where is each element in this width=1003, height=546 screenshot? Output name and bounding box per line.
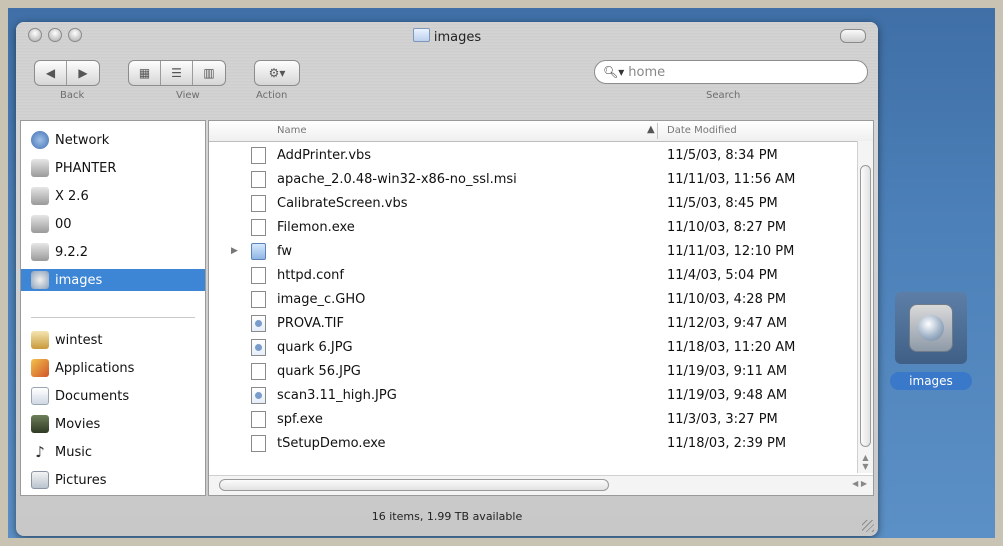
disk-image-icon — [909, 304, 953, 352]
table-row[interactable]: tSetupDemo.exe 11/18/03, 2:39 PM — [209, 433, 849, 455]
resize-grip-icon[interactable] — [862, 520, 874, 532]
list-view-button[interactable]: ☰ — [161, 61, 193, 85]
drive-icon — [31, 215, 49, 233]
title-bar[interactable]: images — [16, 22, 878, 48]
document-icon — [251, 147, 266, 164]
vertical-scroll-thumb[interactable] — [860, 165, 871, 447]
search-label: Search — [706, 90, 741, 101]
back-forward-group: ◀ ▶ — [34, 60, 100, 86]
back-arrow-icon: ◀ — [45, 66, 56, 80]
horizontal-scrollbar[interactable]: ◀ ▶ — [209, 475, 873, 495]
table-row[interactable]: PROVA.TIF 11/12/03, 9:47 AM — [209, 313, 849, 335]
sidebar-item-network[interactable]: Network — [21, 129, 205, 151]
sidebar-item-wintest[interactable]: wintest — [21, 329, 205, 351]
action-label: Action — [256, 90, 288, 101]
movies-icon — [31, 415, 49, 433]
sidebar: Network PHANTER X 2.6 00 9.2.2 images wi… — [20, 120, 206, 496]
home-icon — [31, 331, 49, 349]
icon-view-button[interactable]: ▦ — [129, 61, 161, 85]
drive-icon — [31, 243, 49, 261]
search-icon: 🔍︎▾ — [603, 65, 625, 79]
name-column-header[interactable]: Name — [277, 125, 307, 136]
back-button[interactable]: ◀ — [35, 61, 67, 85]
sidebar-item-x26[interactable]: X 2.6 — [21, 185, 205, 207]
date-column-header[interactable]: Date Modified — [667, 125, 737, 136]
document-icon — [251, 291, 266, 308]
documents-icon — [31, 387, 49, 405]
image-file-icon — [251, 339, 266, 356]
icon-view-icon: ▦ — [138, 66, 151, 80]
music-icon: ♪ — [35, 443, 45, 461]
desktop-disk-image-icon[interactable] — [895, 292, 967, 364]
sidebar-item-00[interactable]: 00 — [21, 213, 205, 235]
list-header: Name ▲ Date Modified — [209, 121, 873, 142]
scroll-arrows-icon[interactable]: ◀ ▶ — [852, 479, 867, 488]
document-icon — [251, 195, 266, 212]
search-field[interactable]: 🔍︎▾ — [594, 60, 868, 84]
list-view-icon: ☰ — [171, 66, 182, 80]
disclosure-triangle-icon[interactable]: ▶ — [231, 246, 238, 256]
view-label: View — [176, 90, 200, 101]
sidebar-divider — [31, 317, 195, 318]
sidebar-item-applications[interactable]: Applications — [21, 357, 205, 379]
toolbar-toggle-button[interactable] — [840, 29, 866, 43]
finder-window: images ◀ ▶ Back ▦ ☰ ▥ View ⚙▾ Action 🔍︎▾… — [16, 22, 878, 536]
status-bar: 16 items, 1.99 TB available — [16, 500, 878, 530]
action-group: ⚙▾ — [254, 60, 300, 86]
applications-icon — [31, 359, 49, 377]
drive-icon — [31, 187, 49, 205]
column-view-button[interactable]: ▥ — [193, 61, 225, 85]
table-row[interactable]: quark 56.JPG 11/19/03, 9:11 AM — [209, 361, 849, 383]
view-group: ▦ ☰ ▥ — [128, 60, 226, 86]
sidebar-item-music[interactable]: ♪ Music — [21, 441, 205, 463]
sidebar-item-images[interactable]: images — [21, 269, 205, 291]
column-separator[interactable] — [657, 123, 658, 139]
forward-button[interactable]: ▶ — [67, 61, 99, 85]
gear-icon: ⚙▾ — [268, 66, 286, 80]
scroll-arrows-icon[interactable]: ▲ ▼ — [860, 453, 871, 471]
disk-image-icon — [31, 271, 49, 289]
sidebar-item-922[interactable]: 9.2.2 — [21, 241, 205, 263]
document-icon — [251, 411, 266, 428]
forward-arrow-icon: ▶ — [78, 66, 88, 80]
status-text: 16 items, 1.99 TB available — [371, 510, 523, 523]
table-row[interactable]: ▶ fw 11/11/03, 12:10 PM — [209, 241, 849, 263]
sidebar-item-pictures[interactable]: Pictures — [21, 469, 205, 491]
image-file-icon — [251, 315, 266, 332]
document-icon — [251, 435, 266, 452]
sidebar-item-phanter[interactable]: PHANTER — [21, 157, 205, 179]
document-icon — [251, 267, 266, 284]
action-button[interactable]: ⚙▾ — [255, 61, 299, 85]
pictures-icon — [31, 471, 49, 489]
sidebar-item-documents[interactable]: Documents — [21, 385, 205, 407]
table-row[interactable]: image_c.GHO 11/10/03, 4:28 PM — [209, 289, 849, 311]
document-icon — [251, 219, 266, 236]
table-row[interactable]: spf.exe 11/3/03, 3:27 PM — [209, 409, 849, 431]
back-label: Back — [60, 90, 85, 101]
window-title: images — [16, 28, 878, 45]
globe-icon — [31, 131, 49, 149]
document-icon — [251, 363, 266, 380]
search-input[interactable] — [626, 63, 861, 81]
image-file-icon — [251, 387, 266, 404]
table-row[interactable]: apache_2.0.48-win32-x86-no_ssl.msi 11/11… — [209, 169, 849, 191]
vertical-scrollbar[interactable]: ▲ ▼ — [857, 141, 873, 473]
table-row[interactable]: CalibrateScreen.vbs 11/5/03, 8:45 PM — [209, 193, 849, 215]
table-row[interactable]: scan3.11_high.JPG 11/19/03, 9:48 AM — [209, 385, 849, 407]
column-view-icon: ▥ — [203, 66, 215, 80]
document-icon — [251, 171, 266, 188]
sort-ascending-icon: ▲ — [647, 124, 655, 135]
table-row[interactable]: Filemon.exe 11/10/03, 8:27 PM — [209, 217, 849, 239]
folder-icon — [412, 28, 430, 42]
sidebar-item-movies[interactable]: Movies — [21, 413, 205, 435]
horizontal-scroll-thumb[interactable] — [219, 479, 609, 491]
file-list: Name ▲ Date Modified AddPrinter.vbs 11/5… — [208, 120, 874, 496]
table-row[interactable]: AddPrinter.vbs 11/5/03, 8:34 PM — [209, 145, 849, 167]
folder-icon — [251, 243, 266, 260]
drive-icon — [31, 159, 49, 177]
desktop-icon-label[interactable]: images — [890, 372, 972, 390]
table-row[interactable]: httpd.conf 11/4/03, 5:04 PM — [209, 265, 849, 287]
table-row[interactable]: quark 6.JPG 11/18/03, 11:20 AM — [209, 337, 849, 359]
